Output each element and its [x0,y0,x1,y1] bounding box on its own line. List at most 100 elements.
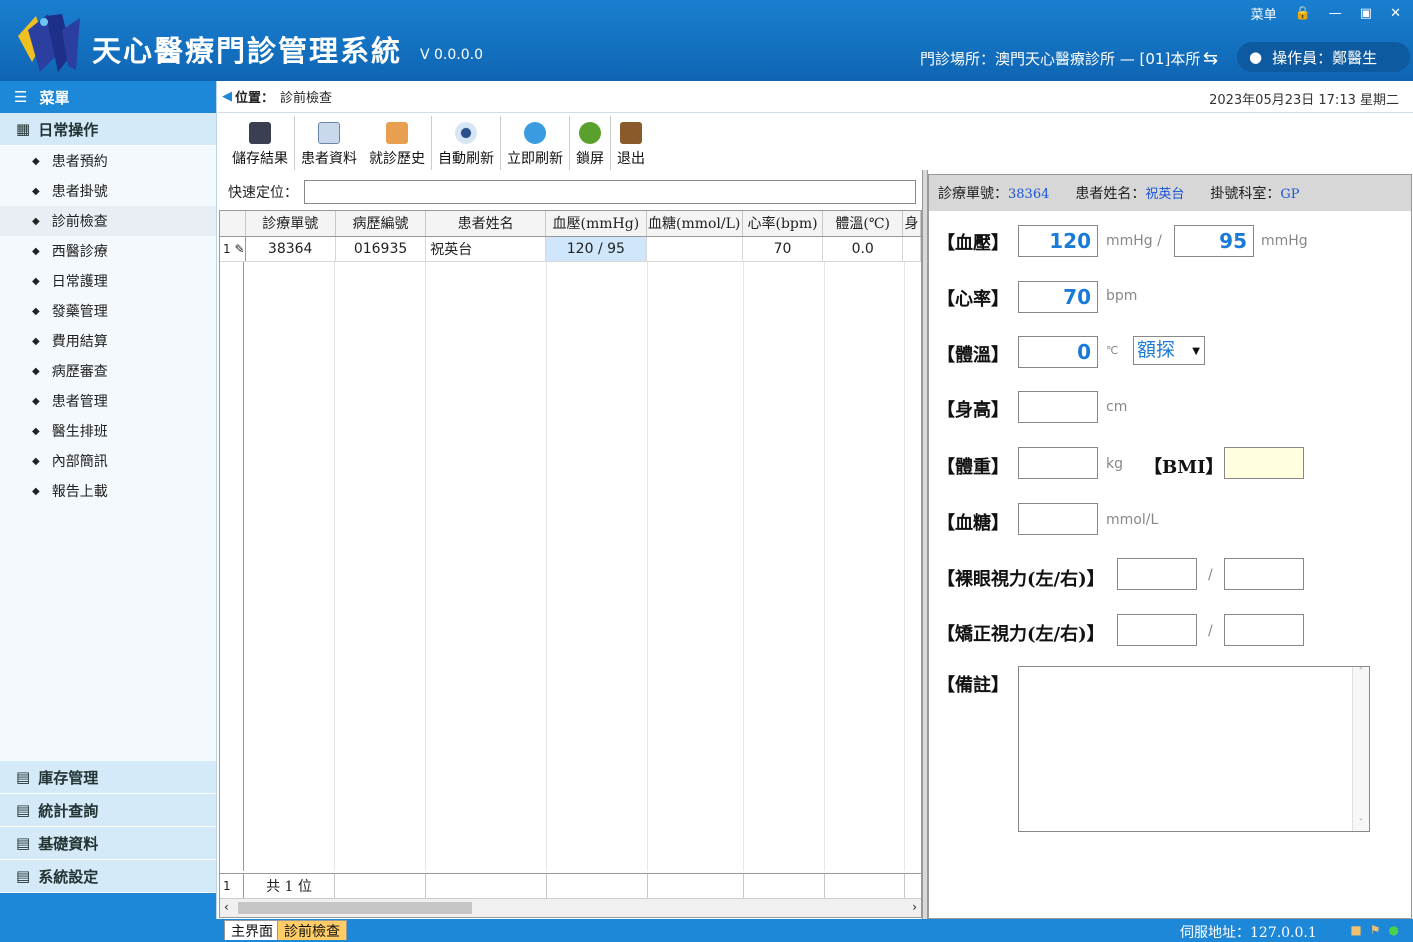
sidebar-item-appointment[interactable]: ◆ 患者預約 [0,146,216,176]
naked-vision-left-input[interactable] [1117,558,1197,590]
bullet-icon: ◆ [32,245,40,257]
cell-order-no[interactable]: 38364 [245,236,336,262]
sidebar-item-dispense[interactable]: ◆ 發藥管理 [0,296,216,326]
dept-info: 掛號科室：GP [1210,186,1300,202]
group-label: 系統設定 [38,867,99,886]
bullet-icon: ◆ [32,275,40,287]
grid-filler [426,262,547,871]
maximize-icon[interactable]: ▣ [1360,6,1372,21]
notes-scrollbar[interactable]: ˄ ˅ [1352,667,1369,831]
blood-sugar-input[interactable] [1018,503,1098,535]
cell-patient-name[interactable]: 祝英台 [425,236,546,262]
sidebar: ☰ 菜單 ▦ 日常操作 ◆ 患者預約 ◆ 患者掛號 ◆ 診前檢查 ◆ 西醫診療 ◆ 日常護… [0,81,217,919]
tab-main[interactable]: 主界面 [224,920,280,940]
temp-method-select[interactable]: 額探 ▼ [1133,336,1205,365]
auto-refresh-button[interactable]: 自動刷新 [432,116,501,170]
quick-locate-input[interactable] [304,180,916,204]
lock-screen-button[interactable]: 鎖屏 [570,116,611,170]
corrected-vision-left-input[interactable] [1117,614,1197,646]
lock-icon[interactable]: 🔒 [1295,6,1311,21]
visit-history-button[interactable]: 就診歷史 [363,116,431,170]
column-header[interactable]: 體溫(℃) [822,211,903,237]
table-row[interactable]: 1 ✎ 38364 016935 祝英台 120 / 95 70 0.0 [220,236,921,262]
sidebar-item-review[interactable]: ◆ 病歷審查 [0,356,216,386]
flag-icon[interactable]: ⚑ [1370,923,1381,937]
column-header[interactable]: 血糖(mmol/L) [646,211,743,237]
grid-table: 診療單號 病歷編號 患者姓名 血壓(mmHg) 血糖(mmol/L) 心率(bp… [220,211,921,262]
vision-slash: / [1208,623,1213,639]
sidebar-group-statistics[interactable]: ▤ 統計查詢 [0,794,216,827]
status-bar: 主界面 診前檢查 伺服地址：127.0.0.1 ■ ⚑ ● [0,919,1413,942]
column-header[interactable]: 心率(bpm) [742,211,824,237]
scroll-right-icon[interactable]: › [912,900,917,914]
save-icon [249,122,271,144]
refresh-now-button[interactable]: 立即刷新 [501,116,570,170]
naked-vision-right-input[interactable] [1224,558,1304,590]
hr-unit: bpm [1106,288,1138,304]
temperature-input[interactable]: 0 [1018,336,1098,368]
server-address: 伺服地址：127.0.0.1 [1180,925,1317,941]
exit-door-icon [620,122,642,144]
height-label: 【身高】 [937,400,1009,421]
switch-clinic-icon[interactable]: ⇆ [1203,48,1218,69]
exit-button[interactable]: 退出 [611,116,651,170]
chart-icon: ▤ [16,801,31,819]
scrollbar-thumb[interactable] [238,902,472,914]
sidebar-item-schedule[interactable]: ◆ 醫生排班 [0,416,216,446]
sidebar-item-nursing[interactable]: ◆ 日常護理 [0,266,216,296]
operator-badge[interactable]: ● 操作員：鄭醫生 [1237,42,1410,72]
corrected-vision-right-input[interactable] [1224,614,1304,646]
close-icon[interactable]: ✕ [1390,6,1401,21]
sidebar-item-precheck[interactable]: ◆ 診前檢查 [0,206,216,236]
user-icon: ● [1249,48,1263,66]
cell-temperature[interactable]: 0.0 [822,236,903,262]
calendar-icon: ▦ [16,120,31,138]
bullet-icon: ◆ [32,455,40,467]
sidebar-item-registration[interactable]: ◆ 患者掛號 [0,176,216,206]
save-button[interactable]: 儲存結果 [226,116,295,170]
cell-blood-sugar[interactable] [646,236,743,262]
scroll-up-icon[interactable]: ˄ [1353,667,1369,678]
bp-diastolic-input[interactable]: 95 [1174,225,1254,257]
cell-height[interactable] [902,236,921,262]
sidebar-group-inventory[interactable]: ▤ 庫存管理 [0,761,216,794]
sidebar-group-settings[interactable]: ▤ 系統設定 [0,860,216,893]
weight-input[interactable] [1018,447,1098,479]
sidebar-group-daily[interactable]: ▦ 日常操作 [0,113,216,146]
column-header[interactable]: 患者姓名 [425,211,546,237]
grid-filler [335,262,426,871]
group-label: 統計查詢 [38,801,99,820]
row-number: 1 ✎ [220,236,246,262]
tab-precheck[interactable]: 診前檢查 [277,920,347,940]
heart-rate-input[interactable]: 70 [1018,281,1098,313]
height-input[interactable] [1018,391,1098,423]
sidebar-item-patients[interactable]: ◆ 患者管理 [0,386,216,416]
sidebar-item-billing[interactable]: ◆ 費用結算 [0,326,216,356]
horizontal-scrollbar[interactable]: ‹ › [220,898,921,917]
cell-heart-rate[interactable]: 70 [742,236,824,262]
window-menu-button[interactable]: 菜单 [1251,4,1277,23]
package-icon[interactable]: ■ [1350,923,1361,937]
sidebar-item-upload[interactable]: ◆ 報告上載 [0,476,216,506]
cell-record-no[interactable]: 016935 [335,236,427,262]
sidebar-item-label: 病歷審查 [51,364,108,380]
minimize-icon[interactable]: — [1329,6,1342,21]
column-header[interactable]: 血壓(mmHg) [545,211,647,237]
sidebar-item-label: 報告上載 [51,484,108,500]
column-header[interactable]: 身 [902,211,921,237]
column-header[interactable]: 診療單號 [245,211,336,237]
column-header[interactable]: 病歷編號 [335,211,427,237]
patient-info-button[interactable]: 患者資料 [295,116,363,170]
cell-blood-pressure[interactable]: 120 / 95 [545,236,647,262]
scroll-left-icon[interactable]: ‹ [224,900,229,914]
sidebar-menu-header[interactable]: ☰ 菜單 [0,81,216,113]
bp-systolic-input[interactable]: 120 [1018,225,1098,257]
height-unit: cm [1106,399,1128,415]
breadcrumb: ◀ 位置： 診前檢查 2023年05月23日 17:13 星期二 [218,81,1413,113]
grid-filler [220,262,244,871]
notes-textarea[interactable]: ˄ ˅ [1018,666,1370,832]
sidebar-item-western[interactable]: ◆ 西醫診療 [0,236,216,266]
sidebar-group-basic-data[interactable]: ▤ 基礎資料 [0,827,216,860]
sidebar-item-messages[interactable]: ◆ 內部簡訊 [0,446,216,476]
scroll-down-icon[interactable]: ˅ [1353,818,1369,829]
